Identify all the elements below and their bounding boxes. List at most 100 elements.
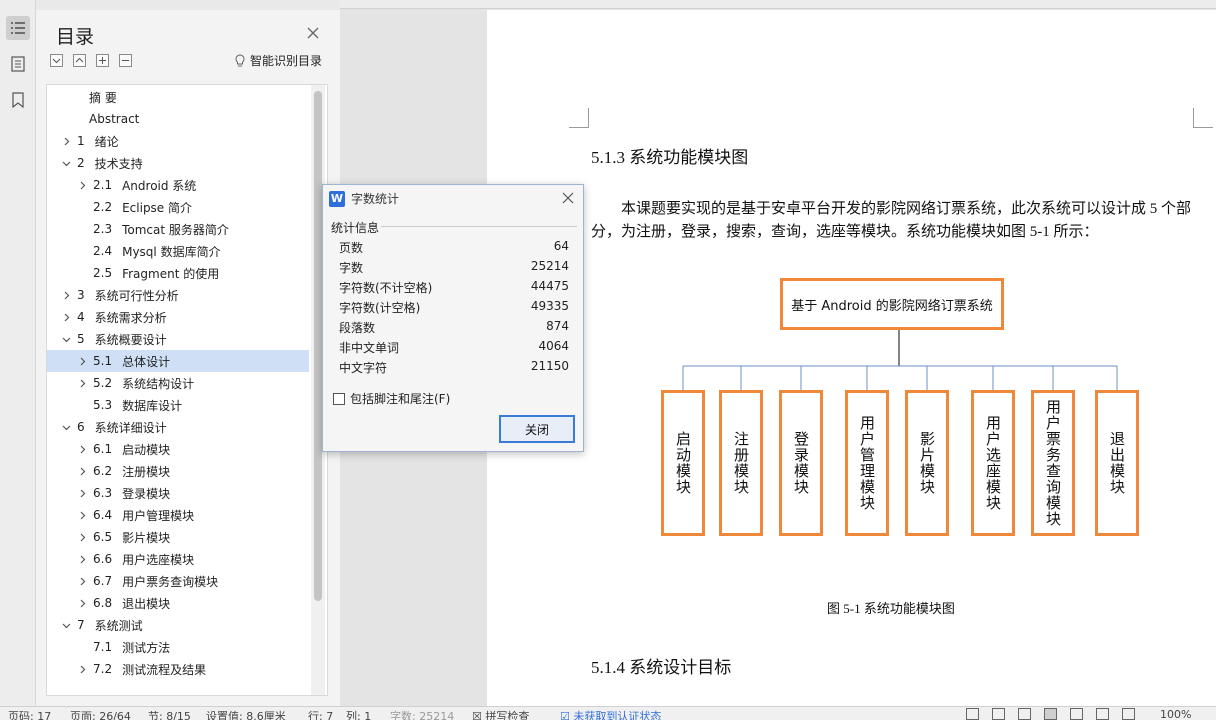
- smart-toc-label: 智能识别目录: [250, 54, 323, 68]
- chevron-right-icon[interactable]: [61, 312, 71, 322]
- chevron-right-icon[interactable]: [77, 488, 87, 498]
- toc-item[interactable]: 5.2 系统结构设计: [47, 372, 307, 394]
- wps-logo-icon: W: [329, 190, 345, 207]
- toc-item-label: 退出模块: [122, 596, 171, 611]
- read-mode-icon[interactable]: [992, 708, 1005, 720]
- section-heading-2: 5.1.4 系统设计目标: [591, 658, 732, 677]
- status-page[interactable]: 页面: 26/64: [70, 708, 131, 720]
- chevron-down-icon[interactable]: [61, 620, 71, 630]
- checkbox-label: 包括脚注和尾注(F): [350, 392, 451, 406]
- toc-item[interactable]: 5.3 数据库设计: [47, 394, 307, 416]
- chevron-right-icon[interactable]: [77, 378, 87, 388]
- web-view-icon[interactable]: [1096, 708, 1109, 720]
- toc-item[interactable]: 6.8 退出模块: [47, 592, 307, 614]
- toc-item-label: 注册模块: [122, 464, 171, 479]
- close-icon[interactable]: [561, 191, 575, 205]
- status-row: 页码: 17: [8, 710, 52, 720]
- toc-item[interactable]: 6.7 用户票务查询模块: [47, 570, 307, 592]
- collapse-minus-icon[interactable]: [119, 54, 132, 67]
- toc-title: 目录: [56, 26, 95, 48]
- toc-item-number: 3: [77, 288, 85, 302]
- toc-item[interactable]: 2.2 Eclipse 简介: [47, 196, 307, 218]
- toc-item-spacer: [73, 92, 83, 102]
- toc-item-spacer: [77, 246, 87, 256]
- eye-protect-icon[interactable]: [1122, 708, 1135, 720]
- toc-item[interactable]: 7.2 测试流程及结果: [47, 658, 307, 680]
- chevron-right-icon[interactable]: [77, 554, 87, 564]
- toc-item[interactable]: 摘 要: [47, 86, 307, 108]
- chevron-right-icon[interactable]: [77, 444, 87, 454]
- chevron-down-icon[interactable]: [61, 422, 71, 432]
- figure-caption: 图 5-1 系统功能模块图: [827, 601, 955, 616]
- zoom-level[interactable]: 100%: [1160, 708, 1191, 720]
- toc-item-label: 系统详细设计: [94, 420, 167, 435]
- chevron-right-icon[interactable]: [77, 664, 87, 674]
- toc-item[interactable]: 5.1 总体设计: [47, 350, 309, 372]
- toc-item[interactable]: 5 系统概要设计: [47, 328, 307, 350]
- expand-plus-icon[interactable]: [96, 54, 109, 67]
- bookmark-view-icon[interactable]: [6, 88, 30, 112]
- close-button[interactable]: 关闭: [499, 415, 575, 443]
- toc-item[interactable]: 6.4 用户管理模块: [47, 504, 307, 526]
- status-line: 行: 7: [308, 710, 334, 720]
- collapse-up-icon[interactable]: [73, 54, 86, 67]
- toc-item-label: Abstract: [89, 112, 140, 126]
- toc-item-number: 7.2: [93, 662, 113, 676]
- toc-item-label: Tomcat 服务器简介: [122, 222, 229, 237]
- toc-item[interactable]: 6 系统详细设计: [47, 416, 307, 438]
- toc-item[interactable]: 2.3 Tomcat 服务器简介: [47, 218, 307, 240]
- include-footnotes-checkbox[interactable]: 包括脚注和尾注(F): [333, 390, 450, 407]
- toc-item-number: 2.4: [93, 244, 113, 258]
- toc-item-label: 登录模块: [122, 486, 171, 501]
- smart-toc-button[interactable]: 智能识别目录: [234, 52, 322, 69]
- toc-item[interactable]: 4 系统需求分析: [47, 306, 307, 328]
- toc-item[interactable]: 6.3 登录模块: [47, 482, 307, 504]
- chevron-right-icon[interactable]: [77, 532, 87, 542]
- toc-item[interactable]: 3 系统可行性分析: [47, 284, 307, 306]
- toc-item[interactable]: 1 绪论: [47, 130, 307, 152]
- toc-item[interactable]: 2.1 Android 系统: [47, 174, 307, 196]
- stat-value: 49335: [530, 299, 569, 313]
- toc-item-label: 绪论: [94, 134, 119, 149]
- document-page[interactable]: 5.1.3 系统功能模块图 本课题要实现的是基于安卓平台开发的影院网络订票系统，…: [487, 10, 1216, 706]
- chevron-right-icon[interactable]: [77, 576, 87, 586]
- toc-item[interactable]: 6.6 用户选座模块: [47, 548, 307, 570]
- toc-view-icon[interactable]: [6, 16, 30, 40]
- chevron-right-icon[interactable]: [61, 290, 71, 300]
- toc-item[interactable]: 2.4 Mysql 数据库简介: [47, 240, 307, 262]
- toc-item[interactable]: 7.1 测试方法: [47, 636, 307, 658]
- toc-item[interactable]: 7 系统测试: [47, 614, 307, 636]
- collapse-down-icon[interactable]: [50, 54, 63, 67]
- chevron-down-icon[interactable]: [61, 334, 71, 344]
- toc-item[interactable]: 6.1 启动模块: [47, 438, 307, 460]
- stat-row: 非中文单词 4064: [339, 339, 569, 356]
- toc-item-label: 启动模块: [122, 442, 171, 457]
- page-view-icon[interactable]: [1044, 708, 1057, 720]
- scrollbar-thumb[interactable]: [314, 91, 322, 601]
- chevron-right-icon[interactable]: [77, 510, 87, 520]
- toc-item[interactable]: 6.2 注册模块: [47, 460, 307, 482]
- fullscreen-icon[interactable]: [966, 708, 979, 720]
- outline-mode-icon[interactable]: [1070, 708, 1083, 720]
- toc-item[interactable]: Abstract: [47, 108, 307, 130]
- status-section: 节: 8/15: [148, 710, 191, 720]
- chevron-right-icon[interactable]: [77, 466, 87, 476]
- chevron-right-icon[interactable]: [77, 598, 87, 608]
- spell-check-button[interactable]: ☒ 拼写检查: [472, 708, 529, 720]
- top-toolbar-strip: [340, 0, 1216, 9]
- function-module-diagram: 基于 Android 的影院网络订票系统 启动模块 注册模块 登录模块 用户管理模块 影…: [657, 272, 1157, 562]
- status-words[interactable]: 字数: 25214: [390, 708, 454, 720]
- close-icon[interactable]: [306, 26, 320, 40]
- toc-item[interactable]: 2.5 Fragment 的使用: [47, 262, 307, 284]
- toc-item[interactable]: 2 技术支持: [47, 152, 307, 174]
- auth-status-link[interactable]: ☑ 未获取到认证状态: [560, 708, 661, 720]
- chevron-down-icon[interactable]: [61, 158, 71, 168]
- chevron-right-icon[interactable]: [77, 356, 87, 366]
- chevron-right-icon[interactable]: [61, 136, 71, 146]
- outline-view-icon[interactable]: [6, 52, 30, 76]
- chevron-right-icon[interactable]: [77, 180, 87, 190]
- toc-item[interactable]: 6.5 影片模块: [47, 526, 307, 548]
- checkbox-box[interactable]: [333, 392, 345, 405]
- pen-icon[interactable]: [1018, 708, 1031, 720]
- stat-row: 字符数(不计空格) 44475: [339, 279, 569, 296]
